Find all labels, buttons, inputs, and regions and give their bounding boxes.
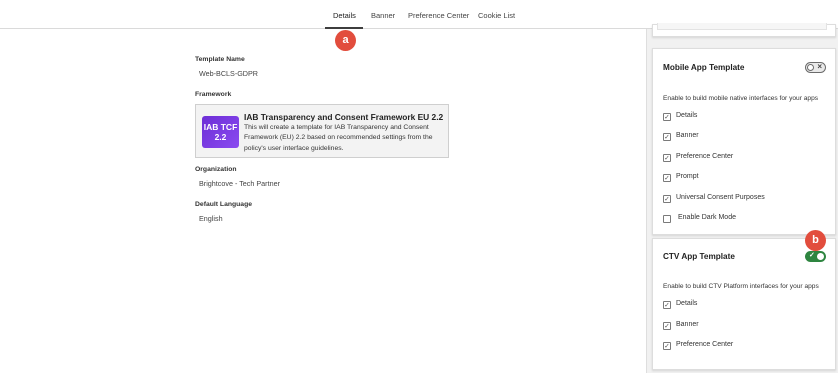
- previous-panel-content: [657, 23, 827, 30]
- checkbox-unchecked-icon[interactable]: [663, 215, 671, 223]
- active-tab-indicator: [325, 27, 363, 29]
- mobile-panel-description: Enable to build mobile native interfaces…: [663, 95, 819, 102]
- annotation-marker-a: a: [335, 30, 356, 51]
- framework-description: This will create a template for IAB Tran…: [244, 124, 433, 152]
- checkbox-checked-icon[interactable]: ✓: [663, 113, 671, 121]
- option-label: Preference Center: [676, 153, 734, 160]
- checkbox-checked-icon[interactable]: ✓: [663, 174, 671, 182]
- annotation-marker-b: b: [805, 230, 826, 251]
- mobile-app-template-panel: Mobile App Template × Enable to build mo…: [652, 48, 836, 235]
- ctv-app-template-panel: CTV App Template ✓ Enable to build CTV P…: [652, 238, 836, 370]
- checkbox-checked-icon[interactable]: ✓: [663, 195, 671, 203]
- default-language-label: Default Language: [195, 201, 253, 208]
- mobile-app-toggle[interactable]: ×: [805, 62, 826, 73]
- option-label: Details: [676, 112, 698, 119]
- option-label: Details: [676, 300, 698, 307]
- template-name-value: Web-BCLS-GDPR: [199, 69, 258, 78]
- checkbox-checked-icon[interactable]: ✓: [663, 322, 671, 330]
- option-label: Prompt: [676, 173, 699, 180]
- logo-line-1: IAB TCF: [203, 122, 238, 132]
- ctv-app-toggle[interactable]: ✓: [805, 251, 826, 262]
- toggle-knob: [817, 253, 824, 260]
- tab-cookie-list[interactable]: Cookie List: [478, 11, 515, 20]
- tab-banner[interactable]: Banner: [371, 11, 395, 20]
- app-templates-pane: Mobile App Template × Enable to build mo…: [646, 23, 838, 373]
- framework-title: IAB Transparency and Consent Framework E…: [244, 112, 444, 122]
- option-label: Banner: [676, 321, 699, 328]
- mobile-panel-title: Mobile App Template: [663, 63, 745, 72]
- checkbox-checked-icon[interactable]: ✓: [663, 154, 671, 162]
- tab-details[interactable]: Details: [333, 11, 356, 20]
- iab-tcf-logo: IAB TCF 2.2: [202, 116, 239, 148]
- checkbox-checked-icon[interactable]: ✓: [663, 133, 671, 141]
- template-name-label: Template Name: [195, 56, 245, 63]
- previous-panel-fragment: [652, 23, 836, 37]
- option-label: Banner: [676, 132, 699, 139]
- ctv-panel-description: Enable to build CTV Platform interfaces …: [663, 283, 819, 290]
- checkbox-checked-icon[interactable]: ✓: [663, 301, 671, 309]
- framework-card[interactable]: IAB TCF 2.2 IAB Transparency and Consent…: [195, 104, 449, 158]
- logo-line-2: 2.2: [214, 132, 227, 142]
- tab-preference-center[interactable]: Preference Center: [408, 11, 469, 20]
- checkbox-checked-icon[interactable]: ✓: [663, 342, 671, 350]
- checkmark-icon: ✓: [809, 252, 815, 259]
- default-language-value: English: [199, 214, 223, 223]
- organization-label: Organization: [195, 166, 237, 173]
- ctv-panel-title: CTV App Template: [663, 252, 735, 261]
- toggle-knob: [807, 64, 814, 71]
- option-label: Universal Consent Purposes: [676, 194, 765, 201]
- framework-label: Framework: [195, 91, 232, 98]
- option-label: Enable Dark Mode: [678, 214, 736, 221]
- organization-value: Brightcove - Tech Partner: [199, 179, 280, 188]
- close-icon: ×: [817, 62, 822, 71]
- option-label: Preference Center: [676, 341, 734, 348]
